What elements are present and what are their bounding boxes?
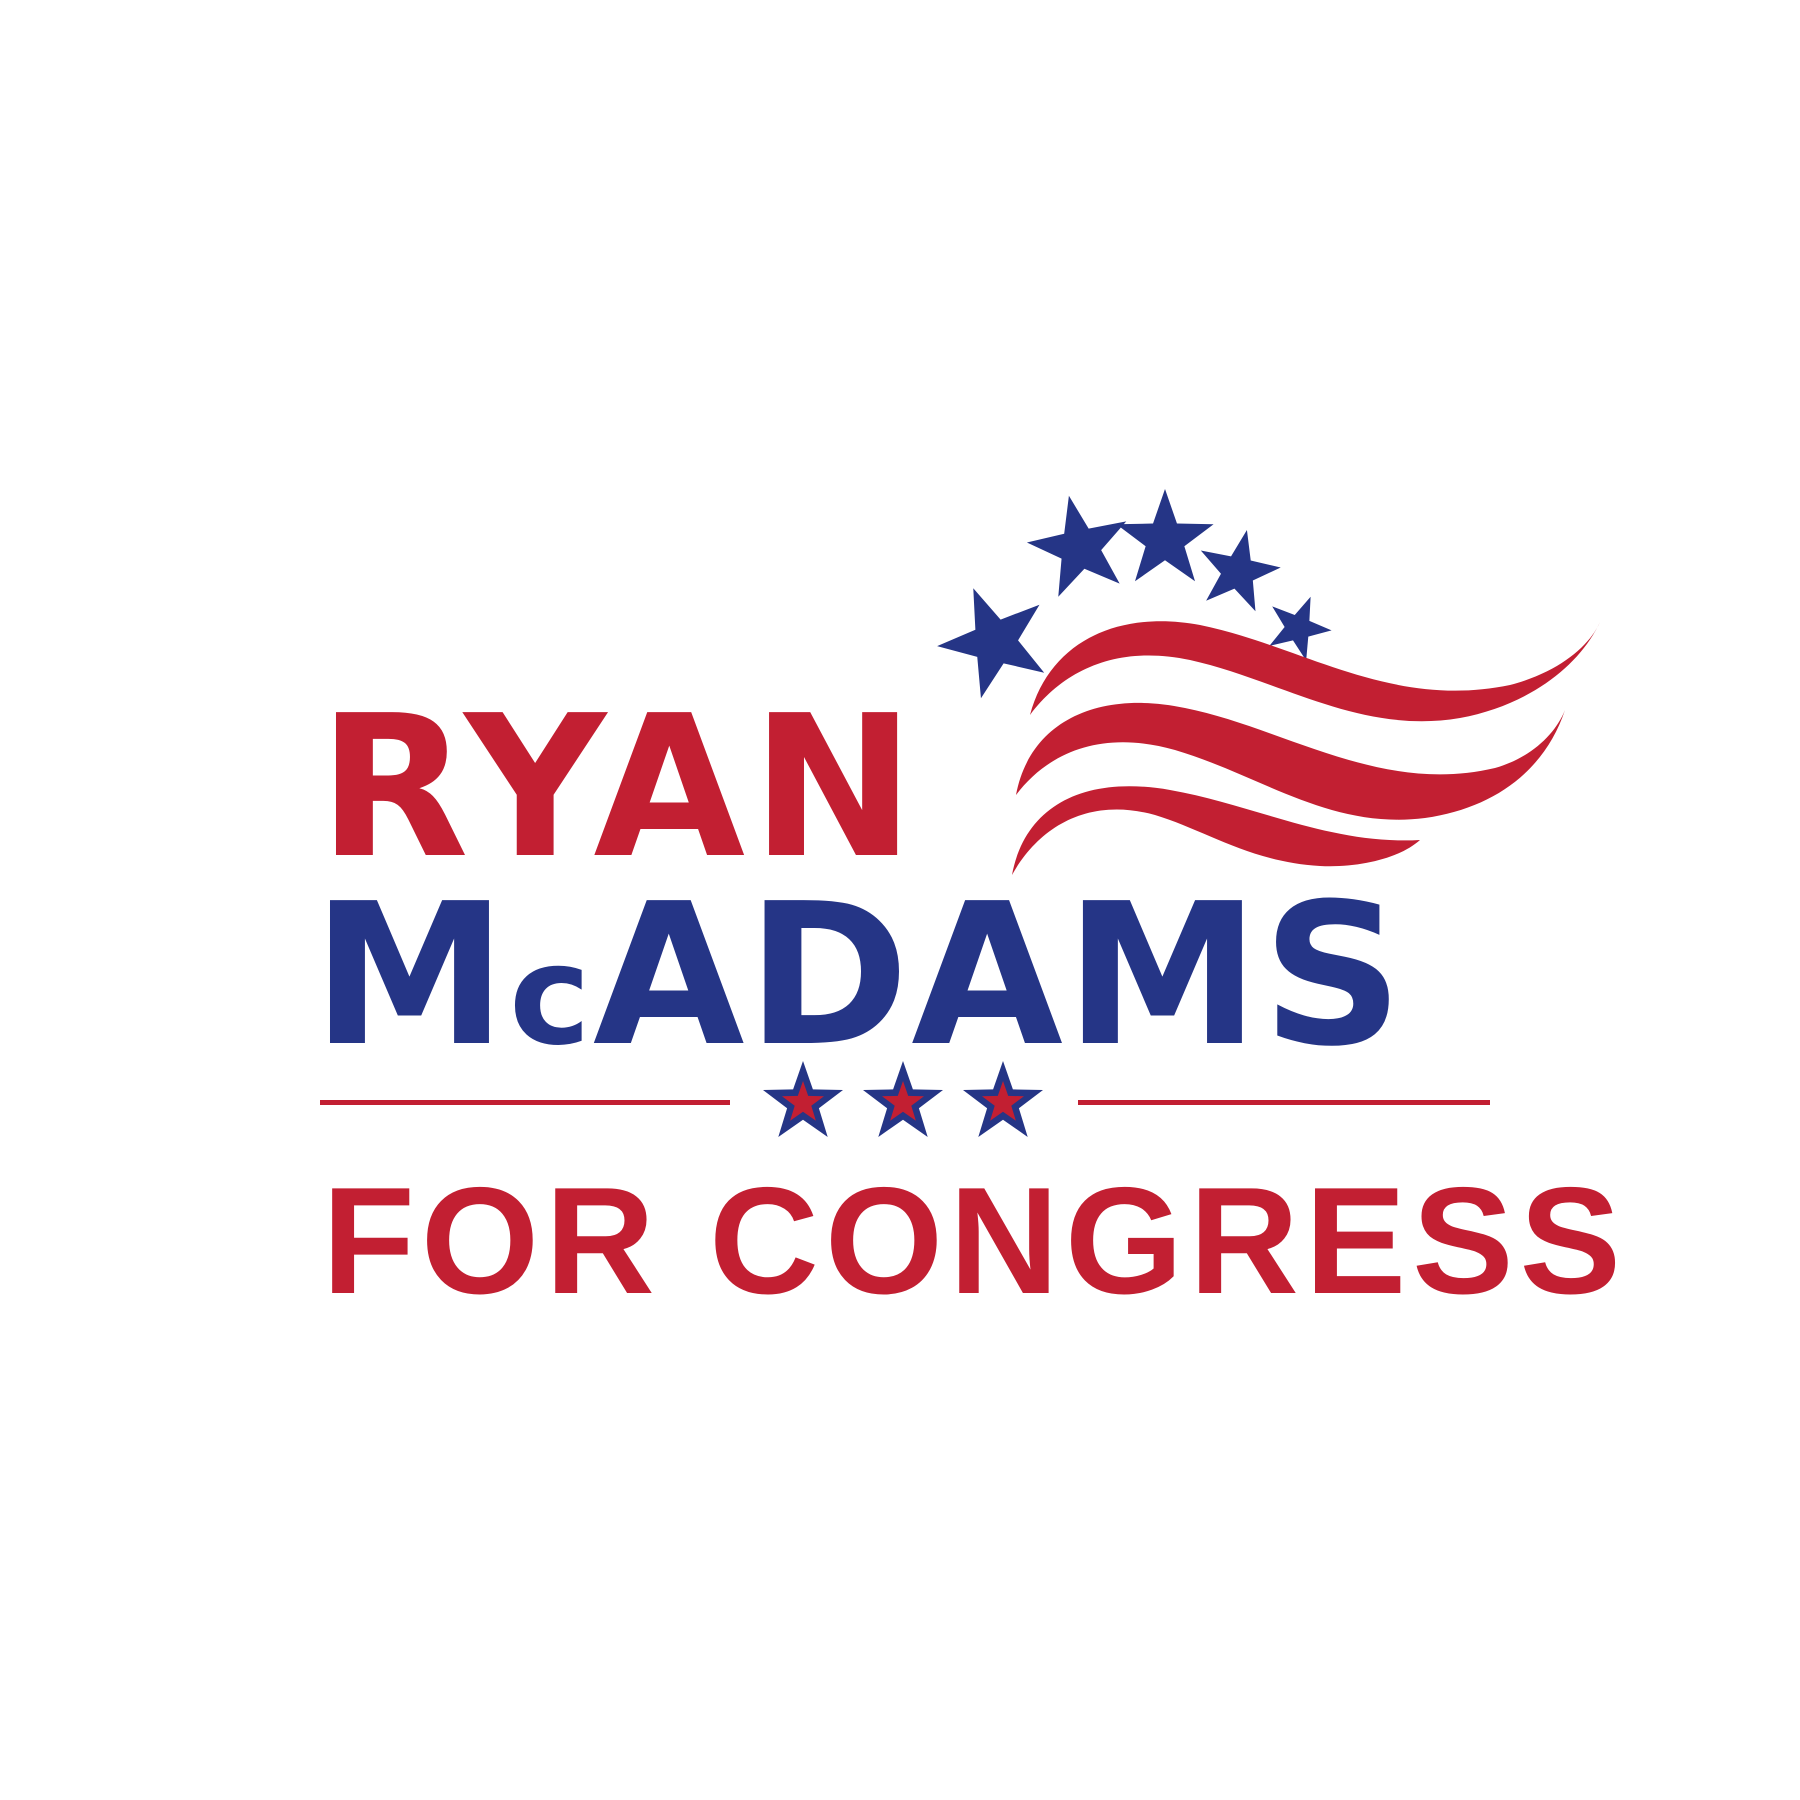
- divider-line-right: [1078, 1100, 1490, 1105]
- divider-line-left: [320, 1100, 730, 1105]
- last-name: McADAMS: [312, 878, 1405, 1074]
- flag-stripes-icon: [1012, 621, 1600, 875]
- last-name-small-letter: c: [509, 915, 593, 1076]
- star-icon: [1200, 530, 1281, 612]
- last-name-rest: ADAMS: [592, 862, 1406, 1090]
- first-name: RYAN: [318, 674, 922, 902]
- star-icon: [1116, 488, 1214, 582]
- campaign-logo: RYAN McADAMS FOR CONGRESS: [0, 0, 1800, 1800]
- star-icon: [1026, 495, 1127, 597]
- last-name-prefix: M: [312, 862, 510, 1090]
- tagline: FOR CONGRESS: [322, 1156, 1627, 1326]
